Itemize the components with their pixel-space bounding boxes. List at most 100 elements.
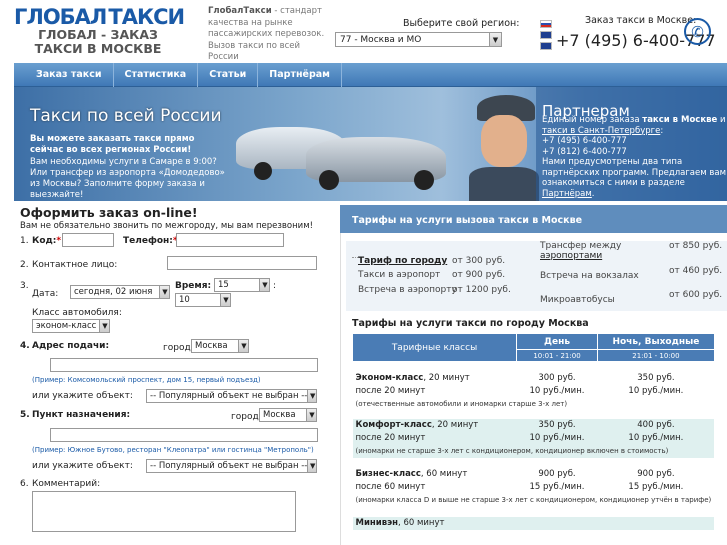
dest-object-select[interactable]: -- Популярный объект не выбран -- ▼ [146, 459, 317, 473]
banner-bold-text: Вы можете заказать такси прямо сейчас во… [30, 134, 195, 155]
form-note: Вам не обязательно звонить по межгороду,… [20, 221, 314, 231]
spb-taxi-link[interactable]: такси в Санкт-Петербурге [542, 126, 660, 136]
pickup-object-label: или укажите объект: [32, 391, 133, 401]
nav-statistics[interactable]: Статистика [114, 62, 199, 87]
dest-object-label: или укажите объект: [32, 461, 133, 471]
table-row: после 20 минут 10 руб./мин. 10 руб./мин. [352, 431, 715, 445]
pickup-city-label: город [163, 343, 191, 353]
russia-flag-icon[interactable] [540, 20, 552, 28]
destination-address-input[interactable] [50, 428, 318, 442]
table-row: после 20 минут 10 руб./мин. 10 руб./мин. [355, 386, 684, 396]
chevron-down-icon: ▼ [306, 409, 316, 421]
pickup-address-input[interactable] [50, 358, 318, 372]
eu-flag-icon[interactable] [540, 42, 552, 50]
tariff-transfer-price: от 850 руб. [669, 241, 723, 251]
destination-label: Пункт назначения: [32, 410, 131, 420]
minute-select[interactable]: 10 ▼ [175, 293, 231, 307]
table-row: Минивэн, 60 минут [352, 516, 715, 530]
uk-flag-icon[interactable] [540, 31, 552, 39]
dest-city-label: город [231, 412, 259, 422]
pickup-object-select[interactable]: -- Популярный объект не выбран -- ▼ [146, 389, 317, 403]
chevron-down-icon: ▼ [220, 294, 230, 306]
step-2-num: 2. [20, 260, 29, 270]
tariffs-title: Тарифы на услуги вызова такси в Москве [340, 205, 727, 233]
promo-banner: Такси по всей России Вы можете заказать … [14, 87, 727, 201]
col-night-time: 21:01 - 10:00 [597, 349, 715, 362]
region-select[interactable]: 77 - Москва и МО ▼ [335, 32, 502, 47]
chevron-down-icon: ▼ [99, 320, 109, 332]
code-input[interactable] [62, 233, 114, 247]
table-row: Эконом-класс, 20 минут 300 руб. 350 руб. [355, 373, 675, 383]
logo-text-right: ТАКСИ [108, 5, 185, 29]
logo-text-left: ГЛОБАЛ [14, 5, 107, 29]
contact-label: Контактное лицо: [32, 260, 118, 270]
pickup-label: Адрес подачи: [32, 341, 110, 351]
col-class-header: Тарифные классы [352, 333, 517, 362]
code-label: Код:* [32, 236, 62, 246]
table-row-note: (иномарки не старше 3-х лет с кондиционе… [352, 444, 715, 458]
car-class-select[interactable]: эконом-класс ▼ [32, 319, 110, 333]
step-1-num: 1. [20, 236, 29, 246]
contact-input[interactable] [167, 256, 317, 270]
comment-label: Комментарий: [32, 479, 101, 489]
logo-subtitle: ГЛОБАЛ - ЗАКАЗ ТАКСИ В МОСКВЕ [34, 27, 162, 56]
comment-textarea[interactable] [32, 491, 296, 532]
chevron-down-icon: ▼ [307, 390, 316, 402]
step-4-num: 4. [20, 341, 30, 351]
chevron-down-icon: ▼ [159, 286, 169, 298]
chevron-down-icon: ▼ [259, 279, 269, 291]
city-tariffs-table: Тарифные классы День Ночь, Выходные 10:0… [352, 333, 715, 530]
col-night-header: Ночь, Выходные [597, 333, 715, 350]
pickup-hint: (Пример: Комсомольский проспект, дом 15,… [32, 376, 261, 384]
tariff-minibus-label: Микроавтобусы [540, 295, 615, 305]
phone-label: Телефон:* [123, 236, 178, 246]
tariff-city-price: от 300 руб. [452, 256, 506, 266]
transfer-airports-link[interactable]: аэропортами [540, 251, 602, 261]
partner-text: Единый номер заказа такси в Москве и так… [542, 115, 726, 199]
time-label: Время: [175, 281, 212, 291]
slogan-line2: Вызов такси по всей России [208, 40, 301, 63]
chevron-down-icon: ▼ [489, 33, 501, 46]
slogan-brand: ГлобалТакси [208, 6, 272, 16]
form-title: Оформить заказ on-line! [20, 205, 198, 220]
tariff-station-label: Встреча на вокзалах [540, 271, 639, 281]
destination-hint: (Пример: Южное Бутово, ресторан "Клеопат… [32, 446, 314, 454]
phone-icon: ✆ [684, 18, 711, 45]
nav-partners[interactable]: Партнёрам [258, 62, 342, 87]
dest-city-select[interactable]: Москва ▼ [259, 408, 317, 422]
tariff-meeting-label: Встреча в аэропорту [358, 285, 457, 295]
nav-articles[interactable]: Статьи [198, 62, 259, 87]
tariff-meeting-price: от 1200 руб. [452, 285, 511, 295]
hour-select[interactable]: 15 ▼ [214, 278, 270, 292]
date-select[interactable]: сегодня, 02 июня ▼ [70, 285, 170, 299]
time-colon: : [273, 281, 277, 291]
region-value: 77 - Москва и МО [340, 34, 422, 45]
tariff-minibus-price: от 600 руб. [669, 290, 723, 300]
chevron-down-icon: ▼ [238, 340, 248, 352]
city-tariffs-title: Тарифы на услуги такси по городу Москва [352, 318, 589, 329]
site-logo[interactable]: ГЛОБАЛ ТАКСИ [14, 5, 185, 29]
slogan: ГлобалТакси - стандарт качества на рынке… [208, 6, 333, 64]
tariff-transfer-label: Трансфер между аэропортами [540, 241, 622, 261]
step-6-num: 6. [20, 479, 29, 489]
tariff-city-link[interactable]: Тариф по городу [358, 256, 447, 266]
step-5-num: 5. [20, 410, 30, 420]
tariff-airport-label: Такси в аэропорт [358, 270, 441, 280]
col-day-header: День [516, 333, 598, 350]
col-day-time: 10:01 - 21:00 [516, 349, 598, 362]
order-phone-label: Заказ такси в Москве: [585, 15, 697, 26]
table-row: после 60 минут 15 руб./мин. 15 руб./мин. [355, 482, 684, 492]
nav-order-taxi[interactable]: Заказ такси [14, 62, 114, 87]
pickup-city-select[interactable]: Москва ▼ [191, 339, 249, 353]
table-row: Комфорт-класс, 20 минут 350 руб. 400 руб… [352, 418, 715, 432]
language-flags [540, 20, 552, 53]
date-label: Дата: [32, 289, 59, 299]
table-row-note: (отечественные автомобили и иномарки ста… [355, 400, 568, 408]
table-row: Бизнес-класс, 60 минут 900 руб. 900 руб. [355, 469, 675, 479]
region-label: Выберите свой регион: [403, 18, 520, 29]
step-3-num: 3. [20, 281, 29, 291]
partners-link[interactable]: Партнёрам [542, 189, 592, 199]
phone-input[interactable] [176, 233, 284, 247]
tariff-station-price: от 460 руб. [669, 266, 723, 276]
car-class-label: Класс автомобиля: [32, 308, 122, 318]
